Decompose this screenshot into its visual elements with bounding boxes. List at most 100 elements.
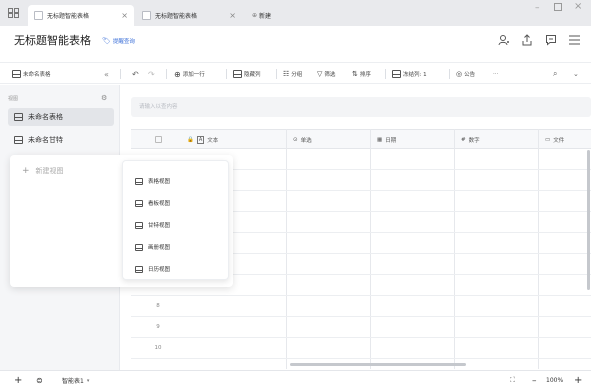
sidebar-item-gantt[interactable]: 未命名甘特 [8, 131, 114, 149]
filter-button[interactable]: ▽ 筛选 [317, 67, 335, 81]
tab-new[interactable]: ⊕ 新建 [246, 5, 284, 26]
layers-icon[interactable]: ⊜ [36, 374, 43, 387]
column-header-date[interactable]: ▦ 日期 [373, 130, 396, 149]
menu-item-gallery-view[interactable]: 画册视图 [135, 243, 170, 251]
table-view-icon [12, 70, 21, 78]
lock-icon: 🔒 [187, 136, 194, 143]
freeze-icon [392, 70, 401, 78]
apps-icon[interactable] [8, 8, 19, 18]
column-header-number[interactable]: # 数字 [457, 130, 480, 149]
freeze-columns-button[interactable]: 冻结列: 1 [392, 67, 427, 81]
toolbar-divider [120, 69, 121, 79]
zoom-in-button[interactable]: + [574, 374, 582, 387]
tab-bar: 无标题智能表格 × 无标题智能表格 × ⊕ 新建 – × [0, 0, 591, 26]
export-icon[interactable] [521, 34, 533, 46]
filter-icon: ▽ [317, 70, 323, 78]
sidebar-settings-icon[interactable]: ⚙ [101, 94, 107, 102]
undo-icon[interactable]: ↶ [132, 67, 139, 81]
fit-screen-icon[interactable]: ⛶ [510, 374, 515, 387]
chevron-down-icon[interactable]: ⌄ [573, 67, 579, 81]
tab-doc-1[interactable]: 无标题智能表格 × [28, 5, 134, 26]
sort-button[interactable]: ⇅ 排序 [352, 67, 371, 81]
column-label: 文本 [207, 137, 219, 144]
table-view-icon [14, 113, 23, 121]
add-row-label: 添加一行 [182, 72, 205, 78]
vertical-scrollbar[interactable] [587, 150, 590, 290]
tab-label: 新建 [259, 13, 272, 20]
maximize-icon[interactable] [554, 3, 562, 11]
toolbar-divider [449, 69, 450, 79]
close-tab-icon[interactable]: × [229, 11, 236, 20]
minimize-icon[interactable]: – [535, 3, 540, 13]
search-input[interactable]: 请输入以查内容 [131, 97, 591, 117]
hide-columns-label: 隐藏列 [244, 72, 261, 78]
menu-item-kanban-view[interactable]: 看板视图 [135, 199, 170, 207]
folder-icon: ▭ [545, 136, 551, 143]
table-row[interactable]: 10 [131, 338, 591, 359]
sidebar-header: 视图 [8, 96, 19, 102]
subtitle-label: 提醒查询 [112, 39, 135, 45]
subtitle-link[interactable]: 🏷 提醒查询 [102, 37, 135, 45]
new-view-button[interactable]: + 新建视图 [22, 166, 64, 176]
search-icon[interactable]: ⌕ [553, 67, 557, 81]
text-type-icon: A [196, 135, 205, 144]
toolbar-divider [276, 69, 277, 79]
redo-icon[interactable]: ↷ [148, 67, 155, 81]
menu-item-table-view[interactable]: 表格视图 [135, 177, 170, 185]
horizontal-scrollbar[interactable] [290, 363, 466, 366]
sidebar-item-label: 未命名甘特 [28, 136, 63, 144]
kanban-view-icon [135, 199, 143, 207]
gallery-view-icon [135, 243, 143, 251]
close-window-icon[interactable]: × [574, 1, 582, 12]
menu-item-gantt-view[interactable]: 甘特视图 [135, 221, 170, 229]
group-label: 分组 [291, 72, 303, 78]
column-label: 日期 [385, 137, 397, 144]
chevron-down-icon: ▾ [86, 377, 90, 384]
menu-item-label: 看板视图 [148, 201, 171, 207]
column-header-file[interactable]: ▭ 文件 [541, 130, 564, 149]
new-view-label: 新建视图 [35, 167, 64, 175]
sort-icon: ⇅ [352, 70, 358, 78]
sheet-tab[interactable]: 智能表1 ▾ [62, 374, 89, 387]
document-icon [34, 11, 43, 20]
plus-icon: + [22, 166, 30, 176]
freeze-label: 冻结列: 1 [403, 72, 427, 78]
number-icon: # [461, 136, 466, 143]
menu-item-calendar-view[interactable]: 日历视图 [135, 265, 170, 273]
tag-icon: 🏷 [102, 37, 111, 45]
tab-doc-2[interactable]: 无标题智能表格 × [136, 5, 242, 26]
document-icon [142, 11, 151, 20]
zoom-level: 100% [546, 377, 564, 384]
announcement-label: 公告 [464, 72, 476, 78]
menu-item-label: 表格视图 [148, 179, 171, 185]
zoom-out-button[interactable]: – [532, 374, 537, 387]
current-view-selector[interactable]: 未命名表格 [12, 67, 51, 81]
add-circle-icon: ⊕ [174, 69, 181, 79]
row-number: 8 [156, 303, 160, 309]
view-name-label: 未命名表格 [23, 72, 51, 78]
hide-columns-icon [233, 70, 242, 78]
hide-columns-button[interactable]: 隐藏列 [233, 67, 261, 81]
user-share-icon[interactable] [498, 34, 510, 46]
toolbar-divider [385, 69, 386, 79]
group-icon: ☷ [283, 70, 290, 78]
column-header-single-select[interactable]: ⊙ 单选 [289, 130, 312, 149]
add-sheet-icon[interactable]: + [14, 374, 22, 387]
doc-title[interactable]: 无标题智能表格 [14, 32, 91, 48]
bottom-bar: + ⊜ 智能表1 ▾ ⛶ – 100% + [0, 370, 591, 389]
announcement-button[interactable]: ◎ 公告 [456, 67, 475, 81]
more-button[interactable]: ··· [493, 67, 498, 81]
table-row[interactable]: 8 [131, 296, 591, 317]
table-view-icon [135, 177, 143, 185]
sidebar-item-table[interactable]: 未命名表格 [8, 108, 114, 126]
close-tab-icon[interactable]: × [121, 11, 128, 20]
collapse-sidebar-icon[interactable]: « [104, 67, 109, 81]
select-all-checkbox[interactable] [151, 130, 162, 149]
add-row-button[interactable]: ⊕ 添加一行 [174, 67, 205, 81]
table-row[interactable]: 9 [131, 317, 591, 338]
column-label: 文件 [553, 137, 565, 144]
column-header-text[interactable]: 🔒 A 文本 [183, 130, 218, 149]
comment-icon[interactable] [545, 34, 557, 46]
menu-icon[interactable] [569, 35, 580, 45]
group-button[interactable]: ☷ 分组 [283, 67, 302, 81]
